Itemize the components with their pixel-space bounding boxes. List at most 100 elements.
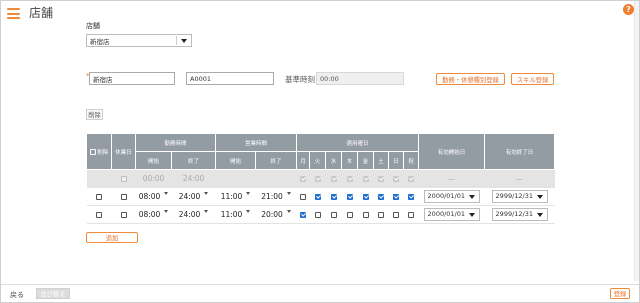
header-work-end: 終了 <box>170 151 217 170</box>
header-day-fri: 金 <box>357 151 375 170</box>
chevron-down-icon <box>246 210 251 213</box>
template-work-start: 00:00 <box>142 174 165 183</box>
header-valid-end: 有効終了日 <box>484 133 556 170</box>
help-icon[interactable]: ? <box>623 4 634 15</box>
header-day-sun: 日 <box>388 151 405 170</box>
header-business-time: 営業時間 <box>215 133 298 152</box>
chevron-down-icon <box>204 210 209 213</box>
day-checkbox-fri[interactable] <box>362 211 369 218</box>
template-valid-start: — <box>418 169 485 188</box>
header-day-wed: 水 <box>325 151 343 170</box>
template-work-end: 24:00 <box>182 174 205 183</box>
day-checkbox-holiday[interactable] <box>408 211 415 218</box>
work-end-select[interactable]: 24:00 <box>171 205 216 224</box>
chevron-down-icon <box>164 210 169 213</box>
chevron-down-icon <box>286 192 291 195</box>
day-checkbox <box>408 175 415 182</box>
biz-end-select[interactable]: 21:00 <box>255 187 297 206</box>
day-checkbox-mon[interactable] <box>300 193 307 200</box>
header-biz-start: 開始 <box>215 151 257 170</box>
day-checkbox-tue[interactable] <box>314 211 321 218</box>
chevron-down-icon <box>181 39 187 43</box>
page-title: 店舗 <box>29 6 54 20</box>
biz-end-select[interactable]: 20:00 <box>255 205 297 224</box>
row-delete-checkbox[interactable] <box>96 211 102 218</box>
valid-start-select[interactable]: 2000/01/01 <box>423 190 480 203</box>
skill-register-button[interactable]: スキル登録 <box>511 73 554 85</box>
day-checkbox <box>346 175 353 182</box>
day-checkbox-sat[interactable] <box>378 211 385 218</box>
header-day-tue: 火 <box>309 151 327 170</box>
work-end-select[interactable]: 24:00 <box>171 187 216 206</box>
biz-start-select[interactable]: 11:00 <box>215 205 256 224</box>
footer-divider <box>1 284 639 285</box>
table-row: 08:00 24:00 11:00 20:00 2000/01/01 2999/… <box>86 205 555 224</box>
header-day-sat: 土 <box>373 151 390 170</box>
template-valid-end: — <box>484 169 555 188</box>
day-checkbox <box>378 175 385 182</box>
day-checkbox-sat[interactable] <box>378 193 385 200</box>
day-checkbox-sun[interactable] <box>393 211 400 218</box>
store-code-input[interactable]: A0001 <box>186 72 274 85</box>
day-checkbox-wed[interactable] <box>330 211 337 218</box>
chevron-down-icon <box>286 210 291 213</box>
day-checkbox-fri[interactable] <box>362 193 369 200</box>
header-biz-end: 終了 <box>255 151 298 170</box>
day-checkbox-holiday[interactable] <box>408 193 415 200</box>
day-checkbox-wed[interactable] <box>330 193 337 200</box>
day-checkbox-tue[interactable] <box>314 193 321 200</box>
chevron-down-icon <box>246 192 251 195</box>
store-name-input[interactable]: 新宿店 <box>89 72 175 85</box>
add-row-button[interactable]: 追加 <box>86 232 138 243</box>
reorder-button[interactable]: 並び替え <box>36 288 70 299</box>
chevron-down-icon <box>536 195 543 199</box>
valid-end-select[interactable]: 2999/12/31 <box>491 190 548 203</box>
day-checkbox <box>300 175 307 182</box>
chevron-down-icon <box>164 192 169 195</box>
biz-start-select[interactable]: 11:00 <box>215 187 256 206</box>
vertical-scrollbar[interactable] <box>634 1 639 281</box>
holiday-checkbox <box>120 175 127 182</box>
header-work-time: 勤務時間 <box>134 133 217 152</box>
table-row: 08:00 24:00 11:00 21:00 2000/01/01 2999/… <box>86 187 555 206</box>
header-day-thu: 木 <box>341 151 359 170</box>
header-day-holiday: 祝 <box>403 151 420 170</box>
holiday-checkbox[interactable] <box>120 193 127 200</box>
chevron-down-icon <box>468 213 475 217</box>
select-all-checkbox[interactable] <box>89 149 96 155</box>
valid-end-select[interactable]: 2999/12/31 <box>491 208 548 221</box>
day-checkbox <box>330 175 337 182</box>
template-row: 00:00 24:00 — — <box>86 169 555 188</box>
day-checkbox <box>362 175 369 182</box>
chevron-down-icon <box>536 213 543 217</box>
header-delete: 削除 <box>86 133 112 170</box>
row-delete-checkbox[interactable] <box>96 193 102 200</box>
holiday-checkbox[interactable] <box>120 211 127 218</box>
header-apply-days: 適用曜日 <box>296 133 420 152</box>
header-day-mon: 月 <box>296 151 311 170</box>
header-holiday: 休業日 <box>111 133 136 170</box>
register-button[interactable]: 登録 <box>610 288 630 299</box>
work-break-type-button[interactable]: 勤務・休憩種別登録 <box>436 73 505 85</box>
menu-icon[interactable] <box>7 8 20 19</box>
header-work-start: 開始 <box>135 151 172 170</box>
day-checkbox-thu[interactable] <box>346 211 353 218</box>
day-checkbox-sun[interactable] <box>393 193 400 200</box>
chevron-down-icon <box>204 192 209 195</box>
work-start-select[interactable]: 08:00 <box>135 187 172 206</box>
delete-button[interactable]: 削除 <box>86 109 103 120</box>
day-checkbox <box>314 175 321 182</box>
work-start-select[interactable]: 08:00 <box>135 205 172 224</box>
day-checkbox-thu[interactable] <box>346 193 353 200</box>
schedule-table: 削除 休業日 勤務時間 営業時間 適用曜日 有効開始日 有効終了日 開始 終了 … <box>86 133 556 224</box>
store-select[interactable]: 新宿店 <box>86 34 192 47</box>
base-time-label: 基準時刻 <box>285 75 315 84</box>
back-link[interactable]: 戻る <box>10 290 24 300</box>
day-checkbox <box>393 175 400 182</box>
store-select-value: 新宿店 <box>90 37 110 46</box>
base-time-input: 00:00 <box>316 72 404 85</box>
day-checkbox-mon[interactable] <box>300 211 307 218</box>
store-label: 店舗 <box>86 22 100 30</box>
valid-start-select[interactable]: 2000/01/01 <box>423 208 480 221</box>
chevron-down-icon <box>468 195 475 199</box>
